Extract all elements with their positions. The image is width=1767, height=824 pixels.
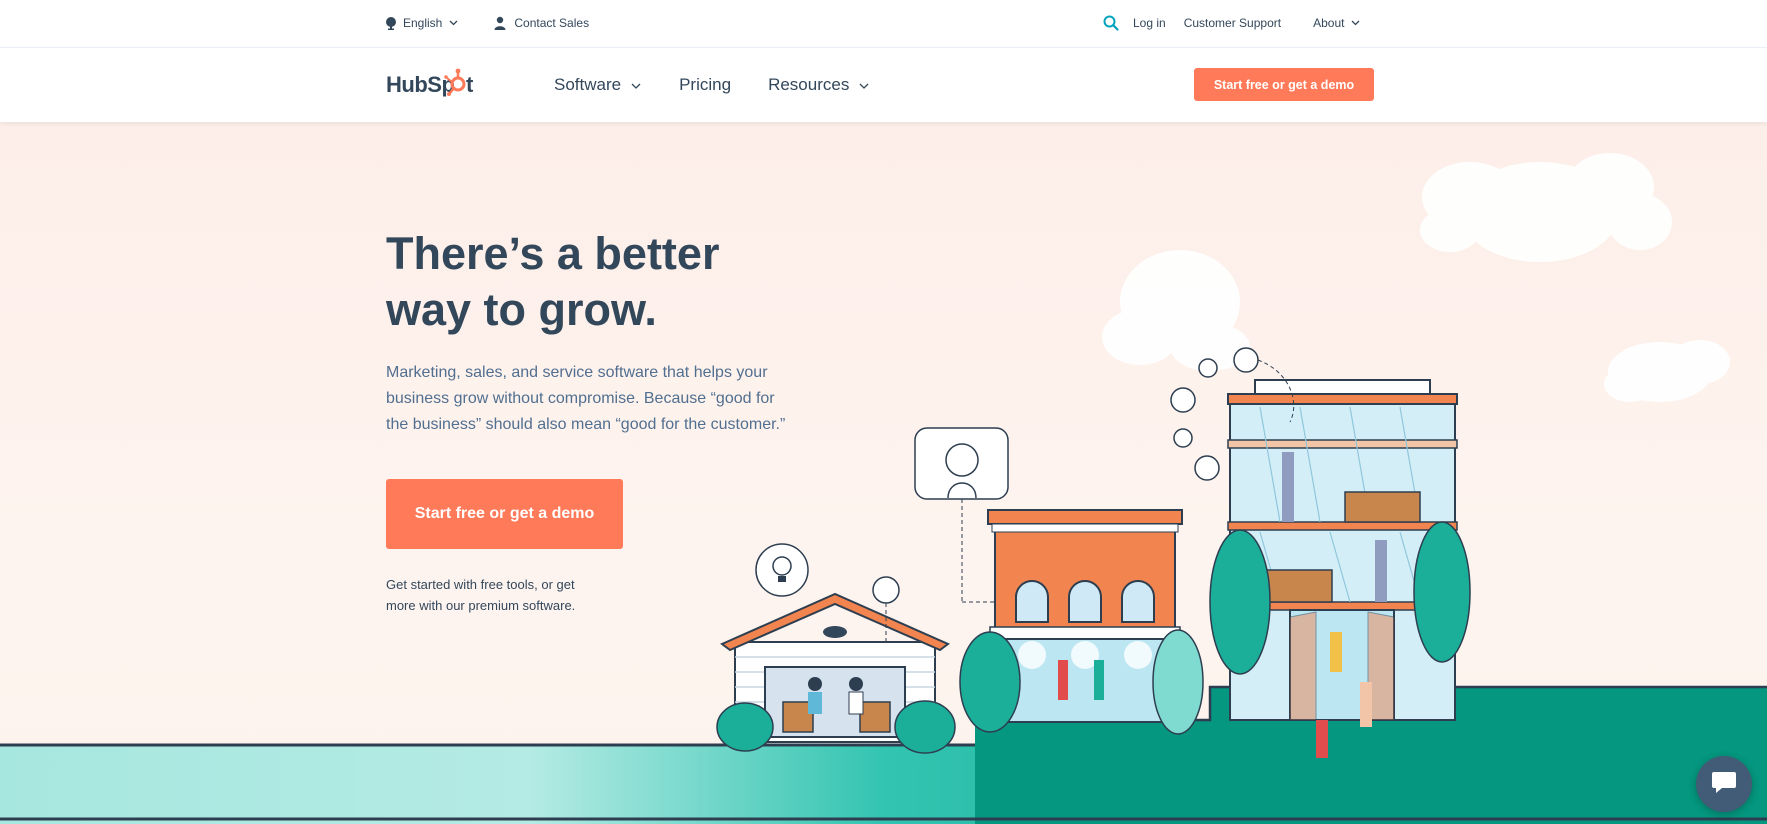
- chevron-down-icon: [859, 75, 869, 95]
- nav-pricing-label: Pricing: [679, 75, 732, 94]
- hero-title-line2: way to grow.: [386, 284, 657, 335]
- customer-support-link[interactable]: Customer Support: [1184, 16, 1281, 30]
- hero-note: Get started with free tools, or get more…: [386, 577, 576, 613]
- utility-bar: English Contact Sales Log in Customer Su…: [0, 0, 1767, 48]
- person-icon: [494, 16, 506, 30]
- svg-text:HubSp: HubSp: [386, 72, 454, 97]
- hubspot-logo[interactable]: HubSp t: [386, 68, 480, 100]
- contact-sales-link[interactable]: Contact Sales: [494, 16, 589, 30]
- hero-illustration: [0, 153, 1767, 824]
- contact-sales-label: Contact Sales: [514, 16, 590, 30]
- nav-pricing[interactable]: Pricing: [679, 75, 731, 95]
- nav-resources-label: Resources: [768, 75, 850, 94]
- search-icon[interactable]: [1103, 15, 1119, 31]
- about-menu[interactable]: About: [1313, 16, 1360, 30]
- chevron-down-icon: [449, 20, 458, 26]
- chevron-down-icon: [631, 75, 641, 95]
- language-selector[interactable]: English: [385, 16, 458, 30]
- hero-start-free-button[interactable]: Start free or get a demo: [386, 479, 623, 549]
- chat-widget-button[interactable]: [1696, 756, 1752, 812]
- chevron-down-icon: [1351, 20, 1360, 26]
- hero-title: There’s a better way to grow.: [386, 226, 766, 338]
- hero-title-line1: There’s a better: [386, 228, 720, 279]
- nav-software-label: Software: [554, 75, 622, 94]
- nav-start-free-button[interactable]: Start free or get a demo: [1194, 68, 1374, 101]
- language-label: English: [403, 16, 443, 30]
- svg-text:t: t: [466, 72, 474, 97]
- main-nav: HubSp t Software Pricing Resources Start…: [0, 48, 1767, 122]
- nav-resources[interactable]: Resources: [768, 75, 869, 95]
- globe-icon: [385, 16, 397, 30]
- nav-software[interactable]: Software: [554, 75, 641, 95]
- log-in-link[interactable]: Log in: [1133, 16, 1166, 30]
- about-label: About: [1313, 16, 1345, 30]
- hero-subtitle: Marketing, sales, and service software t…: [386, 364, 786, 433]
- hero-section: There’s a better way to grow. Marketing,…: [0, 122, 1767, 824]
- chat-icon: [1710, 768, 1738, 801]
